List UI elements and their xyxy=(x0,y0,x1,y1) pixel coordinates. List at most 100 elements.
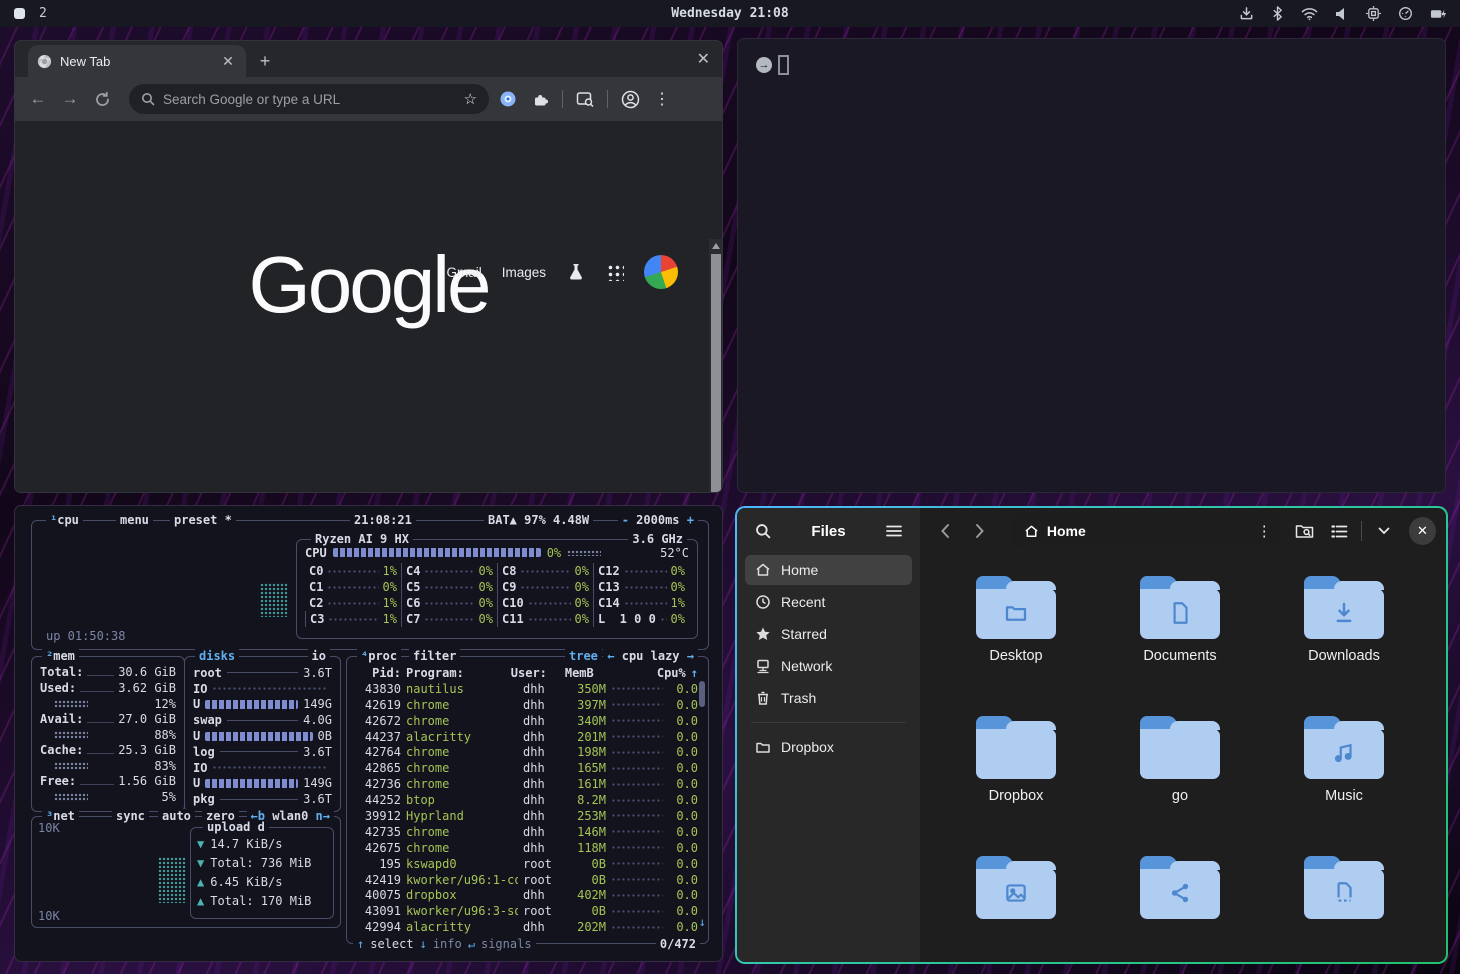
process-row[interactable]: 44237 alacritty dhh 201M 0.0 xyxy=(355,729,698,745)
process-row[interactable]: 40075 dropbox dhh 402M 0.0 xyxy=(355,887,698,903)
sort-prev-button[interactable]: ← xyxy=(607,649,614,663)
search-folder-icon[interactable] xyxy=(1289,515,1320,547)
google-apps-grid-icon[interactable] xyxy=(606,263,624,281)
volume-icon[interactable] xyxy=(1335,7,1349,21)
interval-plus-button[interactable]: + xyxy=(687,513,694,527)
key-enter-icon[interactable]: ↵ xyxy=(468,937,475,951)
sort-next-button[interactable]: → xyxy=(687,649,694,663)
process-row[interactable]: 42675 chrome dhh 118M 0.0 xyxy=(355,840,698,856)
updates-icon[interactable] xyxy=(1239,6,1254,21)
bluetooth-icon[interactable] xyxy=(1271,6,1284,21)
folder-item-music[interactable]: Music xyxy=(1304,716,1384,848)
forward-icon[interactable] xyxy=(965,515,996,547)
proc-header-program[interactable]: Program: xyxy=(406,666,506,680)
select-label[interactable]: select xyxy=(370,937,413,951)
folder-item-downloads[interactable]: Downloads xyxy=(1304,576,1384,708)
folder-item-dropbox[interactable]: Dropbox xyxy=(976,716,1056,848)
proc-header-mem[interactable]: MemB xyxy=(554,666,594,680)
folder-item-desktop[interactable]: Desktop xyxy=(976,576,1056,708)
back-icon[interactable]: ← xyxy=(25,86,51,112)
window-close-icon[interactable]: ✕ xyxy=(697,49,710,69)
interval-minus-button[interactable]: - xyxy=(622,513,629,527)
process-row[interactable]: 43091 kworker/u96:3-sd root 0B 0.0 xyxy=(355,903,698,919)
workspace-indicator[interactable] xyxy=(14,8,25,19)
location-menu-kebab-icon[interactable]: ⋮ xyxy=(1253,522,1275,540)
sidebar-item-network[interactable]: Network xyxy=(745,651,912,681)
proc-filter-button[interactable]: filter xyxy=(409,649,460,663)
process-row[interactable]: 42736 chrome dhh 161M 0.0 xyxy=(355,776,698,792)
gmail-link[interactable]: Gmail xyxy=(446,265,481,280)
process-row[interactable]: 42994 alacritty dhh 202M 0.0 xyxy=(355,919,698,935)
proc-tree-button[interactable]: tree xyxy=(565,649,602,663)
process-row[interactable]: 42672 chrome dhh 340M 0.0 xyxy=(355,713,698,729)
gauge-icon[interactable] xyxy=(1398,6,1413,21)
cpu-chip-icon[interactable] xyxy=(1366,6,1381,21)
disks-io-title[interactable]: io xyxy=(308,649,330,663)
battery-charging-icon[interactable] xyxy=(1430,7,1446,21)
menu-button[interactable]: menu xyxy=(116,513,153,527)
sidebar-item-home[interactable]: Home xyxy=(745,555,912,585)
folder-item-public[interactable] xyxy=(1140,856,1220,962)
scroll-up-icon[interactable] xyxy=(712,243,720,249)
view-options-chevron-icon[interactable] xyxy=(1368,515,1399,547)
key-down-icon[interactable]: ↓ xyxy=(420,937,427,951)
search-icon[interactable] xyxy=(747,515,779,547)
sidebar-item-recent[interactable]: Recent xyxy=(745,587,912,617)
wifi-icon[interactable] xyxy=(1301,7,1318,21)
proc-scroll-down-icon[interactable]: ↓ xyxy=(699,915,706,929)
menu-kebab-icon[interactable]: ⋮ xyxy=(649,86,675,112)
proc-box-title[interactable]: ⁴proc xyxy=(357,649,401,663)
path-bar[interactable]: Home ⋮ xyxy=(1012,515,1281,547)
page-scrollbar[interactable] xyxy=(709,239,722,493)
proc-sort-selector[interactable]: ← cpu lazy → xyxy=(603,649,698,663)
net-auto-button[interactable]: auto xyxy=(158,809,195,823)
proc-header-pid[interactable]: Pid: xyxy=(355,666,401,680)
folder-item-templates[interactable] xyxy=(1304,856,1384,962)
process-row[interactable]: 195 kswapd0 root 0B 0.0 xyxy=(355,856,698,872)
omnibox[interactable]: Search Google or type a URL ☆ xyxy=(129,84,489,114)
back-icon[interactable] xyxy=(930,515,961,547)
sidebar-item-starred[interactable]: Starred xyxy=(745,619,912,649)
reload-icon[interactable] xyxy=(89,86,115,112)
info-label[interactable]: info xyxy=(433,937,462,951)
preset-button[interactable]: preset * xyxy=(170,513,236,527)
browser-tab[interactable]: New Tab ✕ xyxy=(28,45,246,77)
disks-box-title[interactable]: disks xyxy=(195,649,239,663)
folder-item-documents[interactable]: Documents xyxy=(1140,576,1220,708)
sidebar-item-trash[interactable]: Trash xyxy=(745,683,912,713)
extension-badge-icon[interactable] xyxy=(495,86,521,112)
folder-item-go[interactable]: go xyxy=(1140,716,1220,848)
account-avatar[interactable] xyxy=(644,255,678,289)
net-sync-button[interactable]: sync xyxy=(112,809,149,823)
new-tab-button[interactable]: + xyxy=(256,52,274,70)
process-row[interactable]: 42764 chrome dhh 198M 0.0 xyxy=(355,744,698,760)
update-interval[interactable]: - 2000ms + xyxy=(618,513,698,527)
cpu-box-title[interactable]: ¹cpu xyxy=(46,513,83,527)
proc-header-cpu[interactable]: Cpu% xyxy=(656,666,686,680)
proc-header-user[interactable]: User: xyxy=(511,666,549,680)
signals-label[interactable]: signals xyxy=(481,937,532,951)
window-close-button[interactable]: ✕ xyxy=(1409,517,1436,545)
images-link[interactable]: Images xyxy=(502,265,546,280)
folder-item-pictures[interactable] xyxy=(976,856,1056,962)
sidebar-item-dropbox[interactable]: Dropbox xyxy=(745,732,912,762)
process-row[interactable]: 44252 btop dhh 8.2M 0.0 xyxy=(355,792,698,808)
process-row[interactable]: 42619 chrome dhh 397M 0.0 xyxy=(355,697,698,713)
iface-next-button[interactable]: n→ xyxy=(316,809,330,823)
list-view-icon[interactable] xyxy=(1324,515,1355,547)
profile-icon[interactable] xyxy=(617,86,643,112)
extensions-puzzle-icon[interactable] xyxy=(527,86,553,112)
workspace-number[interactable]: 2 xyxy=(39,6,47,21)
process-row[interactable]: 43830 nautilus dhh 350M 0.0 xyxy=(355,681,698,697)
process-row[interactable]: 42865 chrome dhh 165M 0.0 xyxy=(355,760,698,776)
circle-arrow-icon[interactable]: → xyxy=(756,57,772,73)
tab-close-icon[interactable]: ✕ xyxy=(219,52,237,70)
mem-box-title[interactable]: ²mem xyxy=(42,649,79,663)
screenshot-tool-icon[interactable] xyxy=(572,86,598,112)
scrollbar-thumb[interactable] xyxy=(711,254,721,493)
hamburger-menu-icon[interactable] xyxy=(878,515,910,547)
key-up-icon[interactable]: ↑ xyxy=(357,937,364,951)
process-row[interactable]: 42419 kworker/u96:1-co root 0B 0.0 xyxy=(355,872,698,888)
process-row[interactable]: 42735 chrome dhh 146M 0.0 xyxy=(355,824,698,840)
process-row[interactable]: 39912 Hyprland dhh 253M 0.0 xyxy=(355,808,698,824)
